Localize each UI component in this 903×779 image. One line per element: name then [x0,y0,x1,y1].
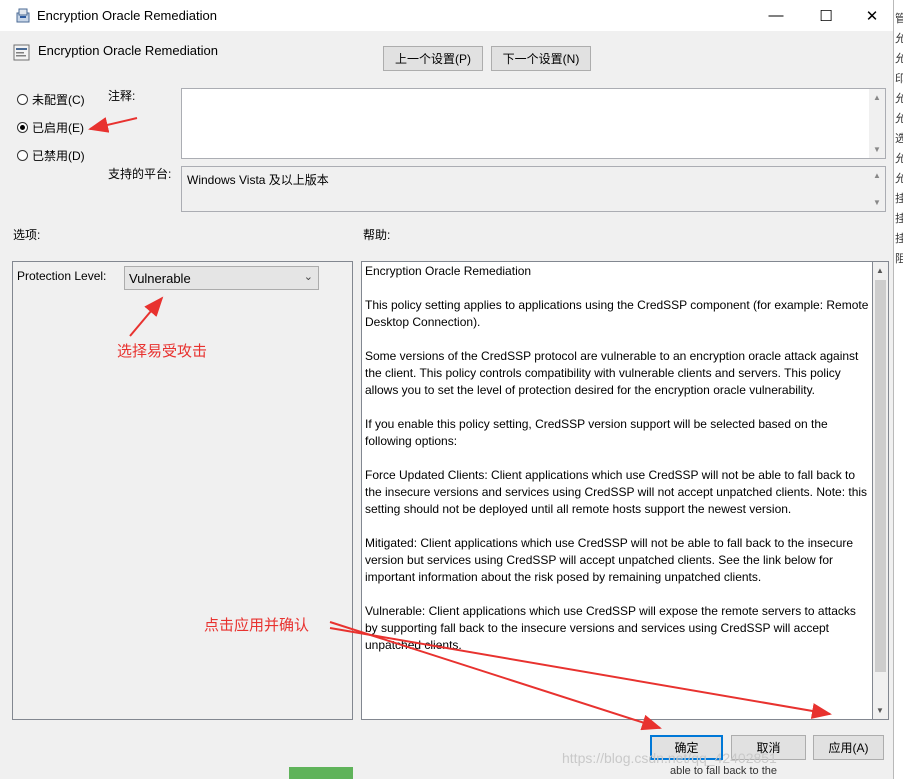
policy-setting-icon [13,44,30,64]
scroll-up-icon[interactable]: ▲ [873,93,881,102]
help-paragraph: Force Updated Clients: Client applicatio… [365,468,868,516]
background-char: 阻 [895,253,903,265]
radio-enabled-circle[interactable] [17,122,28,133]
background-char: 挂 [895,213,903,225]
help-paragraph: This policy setting applies to applicati… [365,298,869,329]
help-paragraph: If you enable this policy setting, CredS… [365,417,828,448]
background-char: 允 [895,153,903,165]
policy-dialog: Encryption Oracle Remediation — ☐ ✕ Encr… [0,0,894,779]
radio-enabled[interactable]: 已启用(E) [17,119,84,136]
background-char: 允 [895,93,903,105]
comment-label: 注释: [108,89,136,103]
background-window-bottom: able to fall back to the [0,765,893,779]
platform-value: Windows Vista 及以上版本 [187,173,329,187]
close-icon: ✕ [865,7,879,25]
scroll-down-icon[interactable]: ▼ [876,706,884,715]
chevron-down-icon: ⌄ [303,271,313,283]
policy-title: Encryption Oracle Remediation [38,43,218,58]
protection-level-dropdown[interactable]: Vulnerable ⌄ [124,266,319,290]
comment-scrollbar[interactable]: ▲ ▼ [869,89,885,158]
platform-scrollbar[interactable]: ▲ ▼ [869,167,885,211]
radio-not-configured-circle[interactable] [17,94,28,105]
watermark: https://blog.csdn.net/qq_42402851 [562,750,777,766]
close-button[interactable]: ✕ [849,0,895,31]
apply-button[interactable]: 应用(A) [813,735,884,760]
radio-enabled-label: 已启用(E) [32,121,84,135]
scroll-down-icon[interactable]: ▼ [873,145,881,154]
help-paragraph: Vulnerable: Client applications which us… [365,604,856,652]
background-window-strip: 管允允印允允选允允挂挂挂阻 [894,0,903,779]
help-paragraph: Mitigated: Client applications which use… [365,536,854,584]
scrollbar-thumb[interactable] [875,280,886,672]
minimize-button[interactable]: — [753,0,799,31]
background-char: 允 [895,173,903,185]
background-green-tile [289,767,353,779]
background-char: 印 [895,73,903,85]
window-title: Encryption Oracle Remediation [37,8,217,23]
background-char: 允 [895,33,903,45]
scroll-up-icon[interactable]: ▲ [876,266,884,275]
radio-disabled-circle[interactable] [17,150,28,161]
radio-not-configured[interactable]: 未配置(C) [17,91,85,108]
annotation-click-apply: 点击应用并确认 [204,617,310,634]
radio-not-configured-label: 未配置(C) [32,93,85,107]
help-scrollbar[interactable]: ▲ ▼ [873,261,889,720]
annotation-select-vulnerable: 选择易受攻击 [117,343,208,360]
minimize-icon: — [768,7,784,24]
platform-label: 支持的平台: [108,167,172,181]
help-text: Encryption Oracle Remediation This polic… [365,263,870,671]
background-char: 挂 [895,233,903,245]
scroll-up-icon[interactable]: ▲ [873,171,881,180]
background-text: able to fall back to the [670,765,778,777]
policy-window-icon [15,8,31,27]
scroll-down-icon[interactable]: ▼ [873,198,881,207]
protection-level-label: Protection Level: [17,269,107,283]
previous-setting-button[interactable]: 上一个设置(P) [383,46,483,71]
radio-disabled[interactable]: 已禁用(D) [17,147,85,164]
radio-disabled-label: 已禁用(D) [32,149,85,163]
maximize-icon: ☐ [819,7,833,25]
background-char: 允 [895,53,903,65]
help-section-label: 帮助: [363,228,391,242]
help-paragraph: Some versions of the CredSSP protocol ar… [365,349,859,397]
options-section-label: 选项: [13,228,41,242]
title-bar: Encryption Oracle Remediation — ☐ ✕ [0,0,893,31]
options-panel: Protection Level: Vulnerable ⌄ [12,261,353,720]
maximize-button[interactable]: ☐ [803,0,849,31]
background-char: 选 [895,133,903,145]
background-char: 挂 [895,193,903,205]
background-char: 允 [895,113,903,125]
help-panel: Encryption Oracle Remediation This polic… [361,261,873,720]
background-char: 管 [895,13,903,25]
help-paragraph: Encryption Oracle Remediation [365,264,532,278]
next-setting-button[interactable]: 下一个设置(N) [491,46,591,71]
platform-field: Windows Vista 及以上版本 ▲ ▼ [181,166,886,212]
protection-level-value: Vulnerable [129,270,191,286]
comment-textarea[interactable]: ▲ ▼ [181,88,886,159]
